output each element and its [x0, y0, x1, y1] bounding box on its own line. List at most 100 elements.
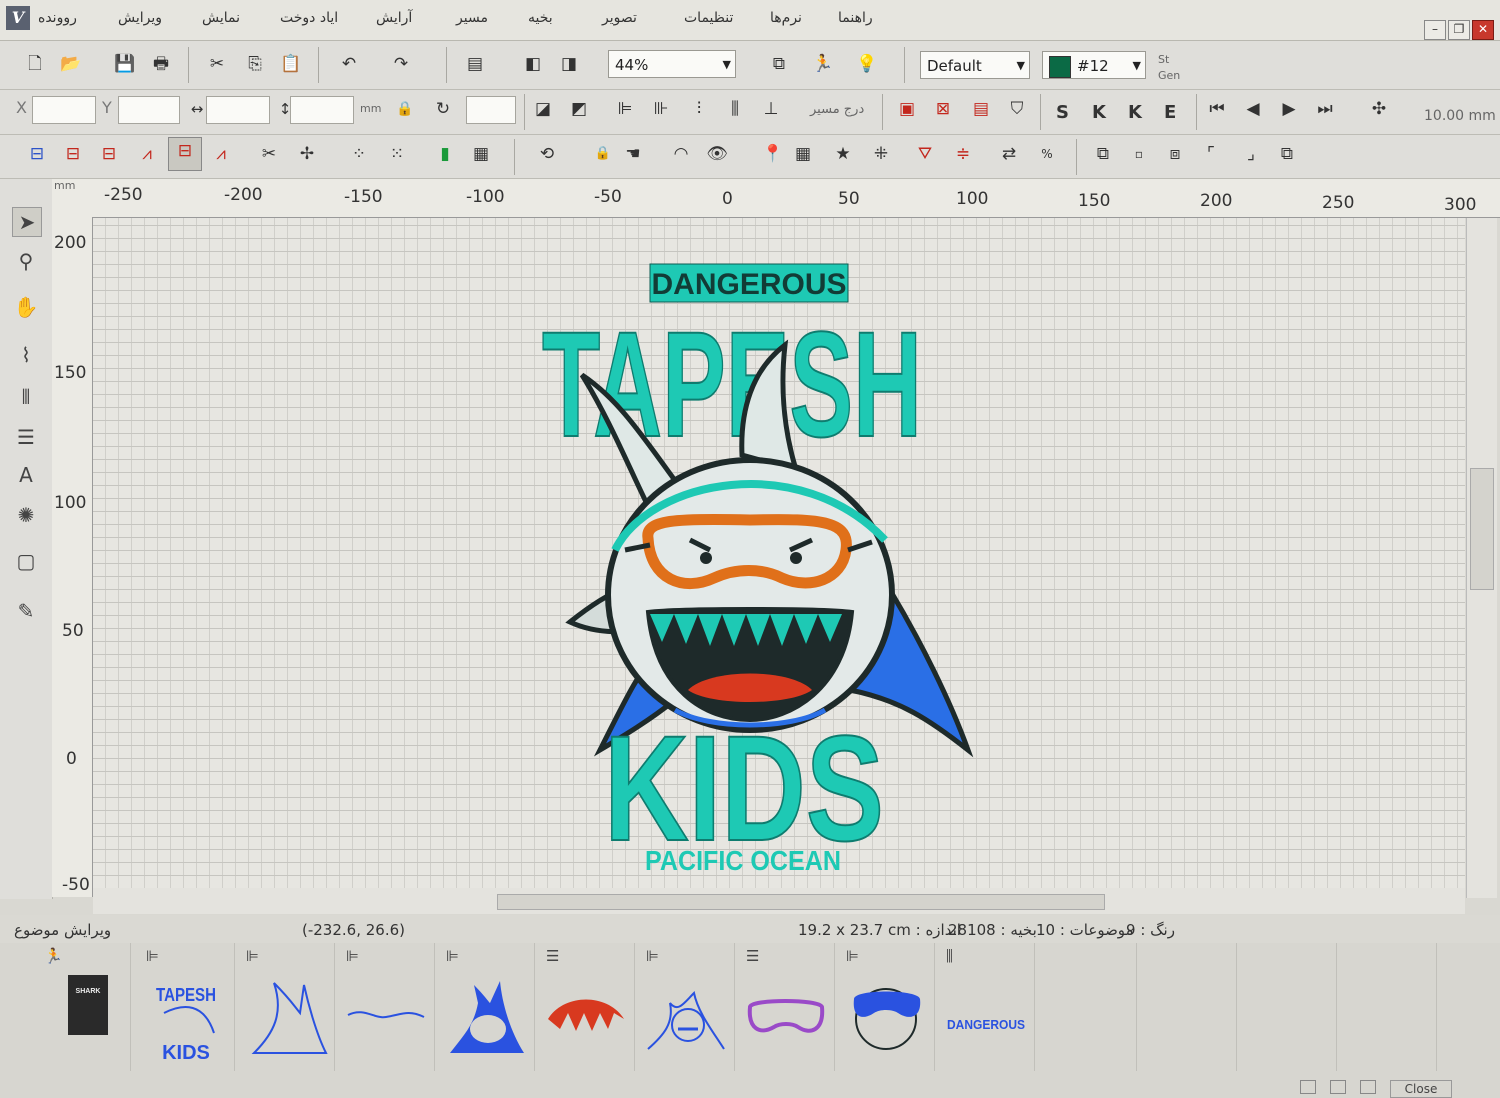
- rectangle-icon[interactable]: ▢: [12, 547, 40, 575]
- minimize-icon[interactable]: –: [1424, 20, 1446, 40]
- menu-image[interactable]: تصویر: [602, 10, 637, 26]
- rotate-icon[interactable]: ↻: [430, 96, 456, 122]
- restore-icon[interactable]: ❐: [1448, 20, 1470, 40]
- close-icon[interactable]: ✕: [1472, 20, 1494, 40]
- cut-icon[interactable]: ✂: [204, 51, 230, 77]
- print-icon[interactable]: 🖶: [148, 51, 174, 77]
- nodes-light-icon[interactable]: ⁜: [868, 141, 894, 167]
- frame-h-icon[interactable]: ▤: [968, 96, 994, 122]
- overlap2-icon[interactable]: ⧉: [1274, 141, 1300, 167]
- filter-icon[interactable]: ⛛: [912, 141, 938, 167]
- overlap-icon[interactable]: ⧈: [1162, 141, 1188, 167]
- hoop2-icon[interactable]: ⊟: [60, 141, 86, 167]
- panel-icon[interactable]: [1330, 1080, 1346, 1094]
- frame-r-icon[interactable]: ▣: [894, 96, 920, 122]
- vertical-scrollbar[interactable]: [1466, 218, 1497, 898]
- insert-route-label[interactable]: درج مسیر: [810, 102, 864, 117]
- frame-x-icon[interactable]: ⊠: [930, 96, 956, 122]
- percent-icon[interactable]: %: [1034, 141, 1060, 167]
- menu-software[interactable]: نرم‌ها: [770, 10, 802, 26]
- object-thumb-text[interactable]: ⊫ TAPESH KIDS: [136, 943, 235, 1071]
- zoom-combo[interactable]: 44% ▼: [608, 50, 736, 78]
- height-field[interactable]: [290, 96, 354, 124]
- refresh-icon[interactable]: ⟲: [534, 141, 560, 167]
- stitch-plus-icon[interactable]: ≑: [950, 141, 976, 167]
- rotation-field[interactable]: [466, 96, 516, 124]
- reshape-icon[interactable]: ⚲: [12, 247, 40, 275]
- object-thumb-goggles[interactable]: ☰: [736, 943, 835, 1071]
- run-line-icon[interactable]: ⌇: [12, 341, 40, 369]
- corner-icon[interactable]: ⌜: [1198, 141, 1224, 167]
- open-folder-icon[interactable]: 📂: [58, 51, 84, 77]
- paste-icon[interactable]: 📋: [278, 51, 304, 77]
- next-icon[interactable]: ▶: [1276, 96, 1302, 122]
- menu-help[interactable]: راهنما: [838, 10, 873, 26]
- grid-dots-icon[interactable]: ⁘: [346, 141, 372, 167]
- lock-icon[interactable]: 🔒: [392, 96, 418, 122]
- swap-icon[interactable]: ⇄: [996, 141, 1022, 167]
- panel-icon[interactable]: [1360, 1080, 1376, 1094]
- horizontal-scrollbar[interactable]: [93, 888, 1465, 914]
- zigzag-icon[interactable]: ⩘: [134, 141, 160, 167]
- grid-dots2-icon[interactable]: ⁙: [384, 141, 410, 167]
- object-thumb-outline[interactable]: ⊫: [236, 943, 335, 1071]
- pin-icon[interactable]: 📍: [760, 141, 786, 167]
- y-field[interactable]: [118, 96, 180, 124]
- bars-icon[interactable]: ▮: [432, 141, 458, 167]
- letter-k-button[interactable]: K: [1092, 102, 1106, 123]
- run-stitch-icon[interactable]: 🏃: [810, 51, 836, 77]
- menu-settings[interactable]: تنظیمات: [684, 10, 733, 26]
- width-field[interactable]: [206, 96, 270, 124]
- copy-icon[interactable]: ⎘: [242, 51, 268, 77]
- letter-k2-button[interactable]: K: [1128, 102, 1142, 123]
- pen-icon[interactable]: ✎: [12, 597, 40, 625]
- align-box2-icon[interactable]: ◩: [566, 96, 592, 122]
- menu-edit[interactable]: ویرایش: [118, 10, 162, 26]
- object-thumb-mouth[interactable]: ☰: [536, 943, 635, 1071]
- text-tool-icon[interactable]: A: [12, 461, 40, 489]
- shape-copy-icon[interactable]: ⧉: [1090, 141, 1116, 167]
- menu-arrange[interactable]: آرایش: [376, 10, 412, 26]
- menu-create-stitch[interactable]: ایاد دوخت: [280, 10, 338, 26]
- zigzag2-icon[interactable]: ⩘: [208, 141, 234, 167]
- undo-icon[interactable]: ↶: [336, 51, 362, 77]
- design-layers-icon[interactable]: ◧: [520, 51, 546, 77]
- align-box-icon[interactable]: ◪: [530, 96, 556, 122]
- satin-icon[interactable]: ⫴: [12, 383, 40, 411]
- table-icon[interactable]: ▦: [468, 141, 494, 167]
- object-thumb-preview[interactable]: 🏃 SHARK: [34, 943, 131, 1071]
- shield-icon[interactable]: ⛉: [1004, 96, 1030, 122]
- small-square-icon[interactable]: ▫: [1126, 141, 1152, 167]
- page-setup-icon[interactable]: ◨: [556, 51, 582, 77]
- menu-path[interactable]: مسیر: [456, 10, 488, 26]
- add-point-icon[interactable]: ✢: [294, 141, 320, 167]
- eye-icon[interactable]: 👁: [704, 141, 730, 167]
- scissors-icon[interactable]: ✂: [256, 141, 282, 167]
- first-icon[interactable]: ⏮: [1204, 96, 1230, 122]
- embroidery-design[interactable]: DANGEROUS TAPESH KIDS PACIFIC OCEAN: [500, 250, 980, 880]
- hoop3-icon[interactable]: ⊟: [96, 141, 122, 167]
- save-icon[interactable]: 💾: [112, 51, 138, 77]
- lock-small-icon[interactable]: 🔒: [590, 141, 616, 167]
- corner2-icon[interactable]: ⌟: [1238, 141, 1264, 167]
- hand-icon[interactable]: ☚: [620, 141, 646, 167]
- eye-closed-icon[interactable]: ◠: [668, 141, 694, 167]
- x-field[interactable]: [32, 96, 96, 124]
- prev-icon[interactable]: ◀: [1240, 96, 1266, 122]
- object-thumb-line[interactable]: ⊫: [336, 943, 435, 1071]
- menu-view[interactable]: نمایش: [202, 10, 240, 26]
- object-thumb-face[interactable]: ⊫: [636, 943, 735, 1071]
- distribute2-icon[interactable]: ⫼: [722, 96, 748, 122]
- fill-icon[interactable]: ☰: [12, 423, 40, 451]
- menu-file[interactable]: روونده: [38, 10, 77, 26]
- menu-stitch[interactable]: بخیه: [528, 10, 553, 26]
- object-thumb-shark[interactable]: ⊫: [436, 943, 535, 1071]
- close-button[interactable]: Close: [1390, 1080, 1452, 1098]
- object-thumb-goggle-face[interactable]: ⊫: [836, 943, 935, 1071]
- properties-icon[interactable]: ▤: [462, 51, 488, 77]
- style-combo[interactable]: Default ▼: [920, 51, 1030, 79]
- vertical-scroll-thumb[interactable]: [1470, 468, 1494, 590]
- last-icon[interactable]: ⏭: [1312, 96, 1338, 122]
- horizontal-scroll-thumb[interactable]: [497, 894, 1105, 910]
- motif-icon[interactable]: ✺: [12, 501, 40, 529]
